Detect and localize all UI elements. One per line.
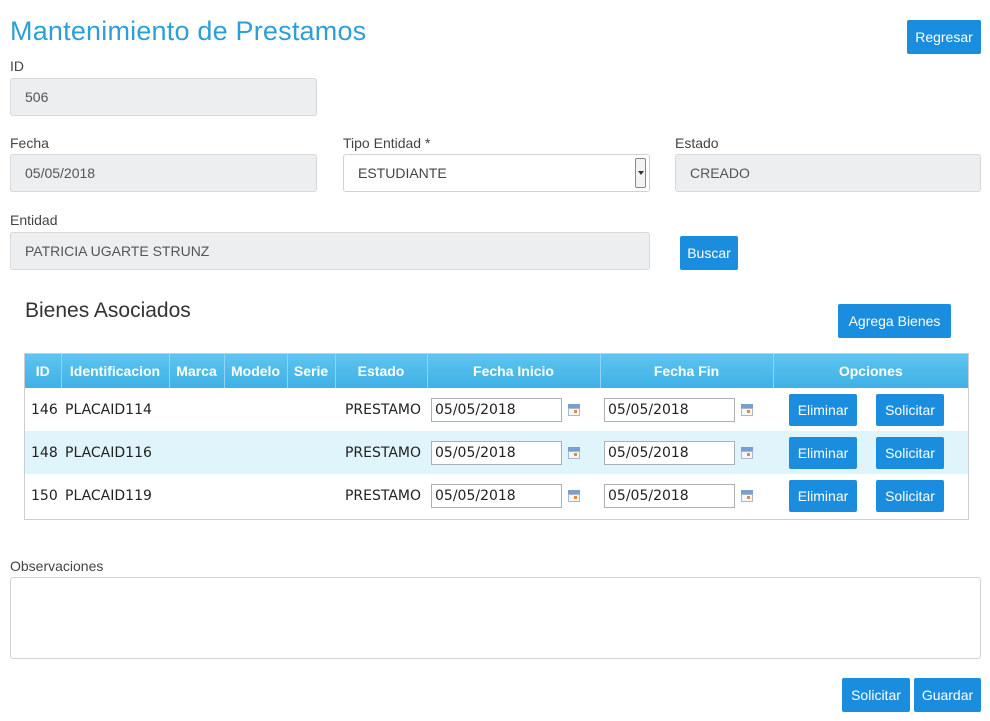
cell-fecha-inicio: 05/05/2018: [427, 431, 600, 474]
solicitar-button[interactable]: Solicitar: [842, 678, 910, 712]
table-row: 150 PLACAID119 PRESTAMO 05/05/2018 05/05…: [25, 474, 968, 517]
col-header-opciones: Opciones: [838, 363, 903, 379]
col-header-id[interactable]: ID: [25, 354, 62, 388]
col-header-modelo[interactable]: Modelo: [224, 354, 288, 388]
calendar-icon[interactable]: [741, 446, 753, 459]
cell-modelo: [224, 388, 287, 431]
bienes-section-title: Bienes Asociados: [25, 299, 191, 322]
page-title: Mantenimiento de Prestamos: [10, 16, 367, 46]
cell-identificacion: PLACAID119: [65, 487, 152, 504]
estado-field: CREADO: [675, 154, 981, 192]
cell-identificacion: PLACAID114: [65, 401, 152, 418]
col-header-fecha-inicio[interactable]: Fecha Inicio: [427, 354, 601, 388]
bienes-table: ID Identificacion Marca Modelo Serie Est…: [24, 353, 969, 520]
calendar-icon[interactable]: [741, 403, 753, 416]
cell-estado: PRESTAMO: [344, 401, 421, 418]
cell-opciones: Eliminar Solicitar: [773, 431, 968, 474]
calendar-icon[interactable]: [741, 489, 753, 502]
estado-label: Estado: [675, 135, 719, 151]
col-header-identificacion[interactable]: Identificacion: [61, 354, 170, 388]
entidad-label: Entidad: [10, 212, 58, 228]
cell-opciones: Eliminar Solicitar: [773, 388, 968, 431]
cell-modelo: [224, 431, 287, 474]
cell-serie: [287, 431, 335, 474]
table-row: 146 PLACAID114 PRESTAMO 05/05/2018 05/05…: [25, 388, 968, 431]
cell-serie: [287, 388, 335, 431]
cell-fecha-fin: 05/05/2018: [600, 431, 773, 474]
add-bienes-button[interactable]: Agrega Bienes: [838, 304, 951, 338]
id-label: ID: [10, 58, 24, 74]
observaciones-label: Observaciones: [10, 558, 104, 574]
eliminar-button[interactable]: Eliminar: [789, 436, 857, 469]
tipo-entidad-select[interactable]: ESTUDIANTE: [343, 154, 650, 192]
fecha-fin-input[interactable]: 05/05/2018: [604, 397, 735, 422]
cell-fecha-fin: 05/05/2018: [600, 388, 773, 431]
fecha-field: 05/05/2018: [10, 154, 317, 192]
table-row: 148 PLACAID116 PRESTAMO 05/05/2018 05/05…: [25, 431, 968, 474]
cell-marca: [169, 388, 224, 431]
fecha-fin-input[interactable]: 05/05/2018: [604, 483, 735, 508]
observaciones-textarea[interactable]: [10, 577, 981, 659]
cell-estado: PRESTAMO: [344, 444, 421, 461]
cell-id: 148: [31, 444, 58, 461]
eliminar-button[interactable]: Eliminar: [789, 393, 857, 426]
cell-fecha-fin: 05/05/2018: [600, 474, 773, 517]
cell-estado: PRESTAMO: [344, 487, 421, 504]
cell-marca: [169, 474, 224, 517]
fecha-inicio-input[interactable]: 05/05/2018: [431, 440, 562, 465]
col-header-estado[interactable]: Estado: [335, 354, 428, 388]
cell-fecha-inicio: 05/05/2018: [427, 474, 600, 517]
cell-identificacion: PLACAID116: [65, 444, 152, 461]
guardar-button[interactable]: Guardar: [914, 678, 981, 712]
fecha-fin-input[interactable]: 05/05/2018: [604, 440, 735, 465]
cell-marca: [169, 431, 224, 474]
cell-id: 150: [31, 487, 58, 504]
tipo-entidad-label: Tipo Entidad *: [343, 135, 431, 151]
buscar-button[interactable]: Buscar: [680, 236, 738, 270]
col-header-marca[interactable]: Marca: [169, 354, 225, 388]
solicitar-row-button[interactable]: Solicitar: [876, 436, 944, 469]
calendar-icon[interactable]: [568, 403, 580, 416]
cell-id: 146: [31, 401, 58, 418]
back-button[interactable]: Regresar: [907, 20, 981, 54]
solicitar-row-button[interactable]: Solicitar: [876, 393, 944, 426]
fecha-label: Fecha: [10, 135, 49, 151]
cell-serie: [287, 474, 335, 517]
calendar-icon[interactable]: [568, 446, 580, 459]
table-header-row: ID Identificacion Marca Modelo Serie Est…: [25, 354, 968, 388]
id-field: 506: [10, 78, 317, 116]
cell-opciones: Eliminar Solicitar: [773, 474, 968, 517]
col-header-fecha-fin[interactable]: Fecha Fin: [600, 354, 774, 388]
cell-fecha-inicio: 05/05/2018: [427, 388, 600, 431]
fecha-inicio-input[interactable]: 05/05/2018: [431, 483, 562, 508]
chevron-down-icon[interactable]: [635, 158, 646, 188]
fecha-inicio-input[interactable]: 05/05/2018: [431, 397, 562, 422]
col-header-serie[interactable]: Serie: [287, 354, 336, 388]
tipo-entidad-value: ESTUDIANTE: [358, 165, 447, 181]
entidad-field: PATRICIA UGARTE STRUNZ: [10, 232, 650, 270]
eliminar-button[interactable]: Eliminar: [789, 479, 857, 512]
solicitar-row-button[interactable]: Solicitar: [876, 479, 944, 512]
calendar-icon[interactable]: [568, 489, 580, 502]
cell-modelo: [224, 474, 287, 517]
